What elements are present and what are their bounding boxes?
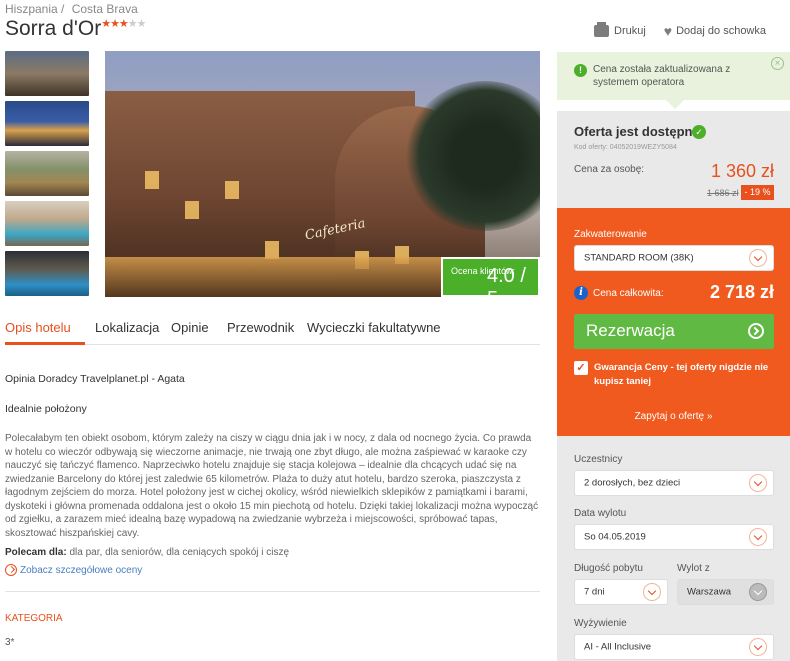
heart-icon: ♥ bbox=[663, 23, 673, 39]
thumbnail-2[interactable] bbox=[5, 101, 89, 146]
total-price: 2 718 zł bbox=[709, 282, 774, 302]
chevron-down-icon bbox=[749, 249, 767, 267]
page-title: Sorra d'Or★★★★★ bbox=[5, 17, 147, 41]
main-photo[interactable]: Cafeteria Ocena klientów: 4.0 / 5 bbox=[105, 51, 540, 297]
chevron-down-icon bbox=[749, 583, 767, 601]
page-actions: Drukuj ♥ Dodaj do schowka bbox=[594, 22, 784, 39]
departure-date-select[interactable]: So 04.05.2019 bbox=[574, 524, 774, 550]
price-per-person: 1 360 zł bbox=[710, 161, 774, 181]
accommodation-label: Zakwaterowanie bbox=[574, 229, 647, 240]
alert-pointer bbox=[666, 100, 684, 109]
participants-label: Uczestnicy bbox=[574, 454, 623, 465]
ask-about-offer-link[interactable]: Zapytaj o ofertę » bbox=[557, 411, 790, 422]
stay-length-select[interactable]: 7 dni bbox=[574, 579, 668, 605]
star-empty-icons: ★★ bbox=[127, 18, 147, 30]
total-price-label: Cena całkowita: bbox=[593, 288, 664, 299]
hotel-tabs: Opis hotelu Lokalizacja Opinie Przewodni… bbox=[5, 313, 540, 345]
departure-city-select[interactable]: Warszawa bbox=[677, 579, 774, 605]
participants-select[interactable]: 2 dorosłych, bez dzieci bbox=[574, 470, 774, 496]
thumbnail-1[interactable] bbox=[5, 51, 89, 96]
chevron-right-icon bbox=[748, 323, 764, 339]
booking-panel: Zakwaterowanie STANDARD ROOM (38K) i Cen… bbox=[557, 208, 790, 436]
divider bbox=[5, 591, 540, 592]
alert-text: Cena została zaktualizowana z systemem o… bbox=[593, 64, 731, 88]
opinion-text: Polecałabym ten obiekt osobom, którym za… bbox=[5, 433, 539, 539]
discount-badge: - 19 % bbox=[741, 185, 774, 200]
price-guarantee-checkbox[interactable]: ✓ bbox=[574, 361, 588, 375]
close-icon[interactable]: × bbox=[771, 57, 784, 70]
old-price: 1 686 zł bbox=[707, 188, 739, 198]
save-to-clipboard-button[interactable]: ♥ Dodaj do schowka bbox=[663, 23, 766, 39]
hotel-stars: ★★★★★ bbox=[101, 18, 147, 30]
price-guarantee-text: Gwarancja Ceny - tej oferty nigdzie nie … bbox=[594, 362, 769, 387]
departure-date-value: So 04.05.2019 bbox=[584, 531, 646, 543]
board-select[interactable]: AI - All Inclusive bbox=[574, 634, 774, 660]
participants-value: 2 dorosłych, bez dzieci bbox=[584, 477, 681, 489]
thumbnail-4[interactable] bbox=[5, 201, 89, 246]
rating-value: 4.0 / 5 bbox=[487, 265, 526, 297]
category-value: 3* bbox=[5, 636, 15, 648]
opinion-title: Opinia Doradcy Travelplanet.pl - Agata bbox=[5, 373, 185, 385]
recommend-value: dla par, dla seniorów, dla ceniących spo… bbox=[66, 547, 290, 558]
board-value: AI - All Inclusive bbox=[584, 641, 652, 653]
photo-window bbox=[145, 171, 159, 189]
accommodation-select[interactable]: STANDARD ROOM (38K) bbox=[574, 245, 774, 271]
tab-description[interactable]: Opis hotelu bbox=[5, 320, 71, 335]
thumbnail-3[interactable] bbox=[5, 151, 89, 196]
reservation-button[interactable]: Rezerwacja bbox=[574, 314, 774, 349]
detailed-ratings-link[interactable]: Zobacz szczegółowe oceny bbox=[5, 564, 540, 578]
detailed-ratings-label: Zobacz szczegółowe oceny bbox=[20, 564, 143, 576]
breadcrumb-country[interactable]: Hiszpania / bbox=[5, 2, 64, 16]
photo-window bbox=[185, 201, 199, 219]
offer-code: Kod oferty: 04052019WEZY5084 bbox=[574, 144, 677, 151]
price-per-person-label: Cena za osobę: bbox=[574, 164, 645, 175]
accommodation-value: STANDARD ROOM (38K) bbox=[584, 252, 694, 264]
board-label: Wyżywienie bbox=[574, 618, 627, 629]
price-update-alert: ! Cena została zaktualizowana z systemem… bbox=[557, 52, 790, 100]
hotel-description: Opinia Doradcy Travelplanet.pl - Agata I… bbox=[5, 373, 540, 649]
tab-excursions[interactable]: Wycieczki fakultatywne bbox=[307, 320, 441, 335]
departure-city-value: Warszawa bbox=[687, 586, 731, 598]
departure-city-label: Wylot z bbox=[677, 563, 710, 574]
save-label: Dodaj do schowka bbox=[676, 25, 766, 37]
chevron-down-icon bbox=[643, 583, 661, 601]
opinion-headline: Idealnie położony bbox=[5, 402, 87, 415]
print-button[interactable]: Drukuj bbox=[594, 22, 646, 37]
chevron-down-icon bbox=[749, 474, 767, 492]
recommend-line: Polecam dla: dla par, dla seniorów, dla … bbox=[5, 546, 540, 560]
chevron-down-icon bbox=[749, 638, 767, 656]
photo-window bbox=[225, 181, 239, 199]
stay-length-value: 7 dni bbox=[584, 586, 605, 598]
exclamation-icon: ! bbox=[574, 64, 587, 77]
offer-summary: Oferta jest dostępna! ✓ Kod oferty: 0405… bbox=[557, 111, 790, 208]
departure-date-label: Data wylotu bbox=[574, 508, 627, 519]
stay-length-label: Długość pobytu bbox=[574, 563, 643, 574]
printer-icon bbox=[594, 22, 609, 37]
thumbnail-5[interactable] bbox=[5, 251, 89, 296]
reservation-label: Rezerwacja bbox=[586, 321, 675, 340]
thumbnail-gallery bbox=[5, 51, 89, 301]
category-label: KATEGORIA bbox=[5, 613, 63, 624]
tab-location[interactable]: Lokalizacja bbox=[95, 320, 159, 335]
rating-badge: Ocena klientów: 4.0 / 5 bbox=[441, 257, 540, 297]
tab-guide[interactable]: Przewodnik bbox=[227, 320, 294, 335]
chevron-down-icon bbox=[749, 528, 767, 546]
offer-status: Oferta jest dostępna! bbox=[574, 124, 705, 139]
breadcrumb-region[interactable]: Costa Brava bbox=[72, 2, 138, 16]
breadcrumb: Hiszpania / Costa Brava bbox=[5, 2, 142, 16]
info-icon[interactable]: i bbox=[574, 286, 588, 300]
star-filled-icons: ★★★ bbox=[101, 18, 129, 30]
check-icon: ✓ bbox=[692, 125, 706, 139]
tab-reviews[interactable]: Opinie bbox=[171, 320, 209, 335]
print-label: Drukuj bbox=[614, 25, 646, 37]
active-tab-indicator bbox=[5, 342, 85, 345]
hotel-name: Sorra d'Or bbox=[5, 17, 102, 40]
trip-parameters: Uczestnicy 2 dorosłych, bez dzieci Data … bbox=[557, 436, 790, 661]
recommend-label: Polecam dla: bbox=[5, 547, 67, 558]
chevron-circle-icon bbox=[5, 564, 17, 577]
